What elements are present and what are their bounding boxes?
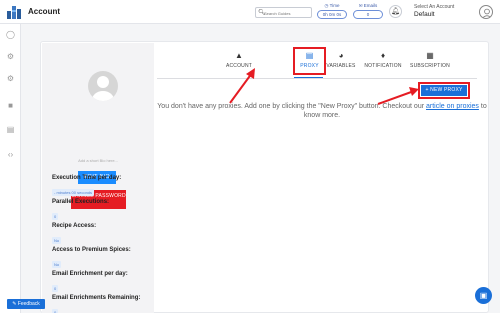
code-icon[interactable]: ‹› (5, 149, 16, 160)
info-parallel-executions-block: Parallel Executions: 0 (52, 199, 109, 223)
info-recipe-access-block: Recipe Access: No (52, 223, 96, 247)
info-title: Email Enrichments Remaining: (52, 295, 141, 301)
info-value: No (52, 237, 62, 244)
info-title: Parallel Executions: (52, 199, 110, 205)
gear-icon[interactable]: ⚙ (5, 51, 16, 62)
calendar-icon: ▦ (426, 51, 434, 60)
user-circle-icon[interactable]: ◯ (5, 29, 16, 40)
bell-icon: ♦ (380, 51, 386, 60)
left-sidebar: ◯ ⚙ ⚙ ■ ▤ ‹› (0, 24, 21, 313)
logo-icon[interactable] (6, 4, 22, 20)
account-card: Add a short Bio here... EDIT BIO CHANGE … (40, 41, 489, 313)
time-stat: ◷ Time 0h 0m 0s (314, 3, 350, 19)
mail-icon: ✉ (358, 3, 363, 8)
feedback-button[interactable]: ✎ Feedback (7, 299, 45, 309)
gears-icon[interactable]: ⚙ (5, 73, 16, 84)
new-proxy-highlight-box: + NEW PROXY (418, 82, 470, 99)
clock-icon: ◷ (324, 3, 329, 8)
globe-icon: ◕ (338, 51, 344, 60)
tab-subscription[interactable]: ▦ SUBSCRIPTION (408, 51, 452, 75)
account-select-value[interactable]: Default (414, 11, 435, 18)
user-avatar-icon (482, 8, 492, 18)
emails-stat-value: 0 (353, 10, 383, 19)
tab-variables[interactable]: ◕ VARIABLES (324, 51, 358, 75)
info-value: 0 (52, 213, 59, 220)
profile-avatar-icon (92, 76, 114, 101)
info-title: Recipe Access: (52, 223, 97, 229)
info-value: 0 (52, 285, 59, 292)
person-icon: ▲ (235, 51, 243, 60)
info-email-enrichment-block: Email Enrichment per day: 0 (52, 271, 128, 295)
profile-avatar[interactable] (88, 71, 118, 101)
search-input[interactable] (264, 9, 310, 17)
settings-tabs: ▲ ACCOUNT ▤ PROXY ◕ VARIABLES ♦ NOTIFICA… (154, 47, 490, 78)
time-stat-value: 0h 0m 0s (317, 10, 347, 19)
top-bar: Account 🔍︎ ◷ Time 0h 0m 0s ✉ Emails 0 🔔︎… (0, 0, 500, 24)
chat-icon[interactable]: ▣ (475, 287, 492, 304)
chat-bubble-icon: ✎ (12, 301, 17, 307)
info-title: Access to Premium Spices: (52, 247, 131, 253)
short-bio: Add a short Bio here... (78, 158, 118, 163)
tab-notification[interactable]: ♦ NOTIFICATION (362, 51, 404, 75)
info-premium-spices-block: Access to Premium Spices: No (52, 247, 131, 271)
empty-proxies-message: You don't have any proxies. Add one by c… (157, 103, 487, 119)
new-proxy-button[interactable]: + NEW PROXY (421, 85, 467, 96)
page-title: Account (28, 7, 60, 16)
book-icon[interactable]: ■ (5, 100, 16, 111)
info-title: Execution Time per day: (52, 175, 122, 181)
notifications-bell-icon[interactable]: 🔔︎ (389, 5, 402, 18)
article-on-proxies-link[interactable]: article on proxies (426, 103, 479, 110)
info-value: - minutes 00 seconds (52, 189, 95, 196)
info-title: Email Enrichment per day: (52, 271, 128, 277)
info-value: 0 (52, 309, 59, 313)
tabs-divider (157, 78, 477, 79)
time-stat-label: ◷ Time (324, 3, 340, 8)
emails-stat-label: ✉ Emails (358, 3, 378, 8)
new-proxy-arrow (377, 87, 419, 105)
account-select-label: Select An Account (414, 4, 455, 10)
info-execution-time-block: Execution Time per day: - minutes 00 sec… (52, 175, 121, 199)
user-avatar[interactable] (479, 5, 493, 19)
proxy-tab-arrow (229, 68, 255, 104)
info-value: No (52, 261, 62, 268)
archive-icon[interactable]: ▤ (5, 124, 16, 135)
proxy-tab-highlight-box (293, 47, 326, 75)
emails-stat: ✉ Emails 0 (350, 3, 386, 19)
search-box[interactable]: 🔍︎ (255, 7, 312, 18)
info-enrichments-remaining-block: Email Enrichments Remaining: 0 (52, 295, 140, 313)
